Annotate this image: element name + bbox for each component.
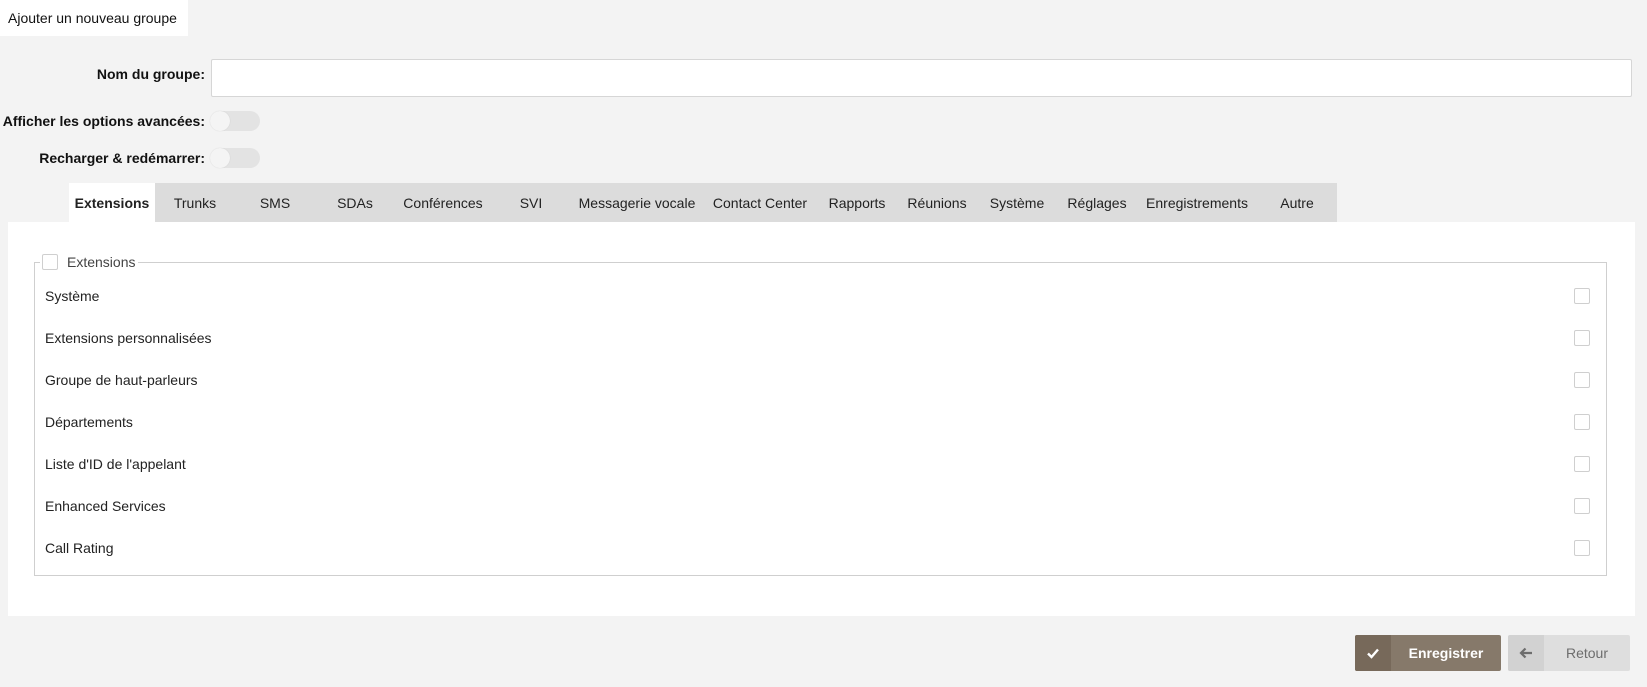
arrow-left-icon xyxy=(1508,635,1544,671)
tab-reports[interactable]: Rapports xyxy=(817,183,897,223)
toggle-knob xyxy=(210,148,230,168)
permission-label: Système xyxy=(45,288,100,304)
permission-checkbox[interactable] xyxy=(1574,414,1590,430)
back-button-label: Retour xyxy=(1565,645,1609,661)
back-button[interactable]: Retour xyxy=(1508,635,1630,671)
list-item: Départements xyxy=(45,412,1590,432)
tab-sdas[interactable]: SDAs xyxy=(315,183,395,223)
list-item: Call Rating xyxy=(45,538,1590,558)
permission-tabs: Extensions Trunks SMS SDAs Conférences S… xyxy=(69,183,1337,223)
tab-settings[interactable]: Réglages xyxy=(1057,183,1137,223)
tab-extensions[interactable]: Extensions xyxy=(69,183,155,223)
tab-svi[interactable]: SVI xyxy=(491,183,571,223)
reload-restart-toggle[interactable] xyxy=(210,148,260,168)
permission-label: Extensions personnalisées xyxy=(45,330,212,346)
check-icon xyxy=(1355,635,1391,671)
advanced-options-label: Afficher les options avancées: xyxy=(2,113,205,129)
tab-sms[interactable]: SMS xyxy=(235,183,315,223)
permission-label: Départements xyxy=(45,414,133,430)
tab-meetings[interactable]: Réunions xyxy=(897,183,977,223)
permission-label: Enhanced Services xyxy=(45,498,166,514)
advanced-options-row: Afficher les options avancées: xyxy=(0,111,260,131)
permission-checkbox[interactable] xyxy=(1574,498,1590,514)
permission-label: Liste d'ID de l'appelant xyxy=(45,456,186,472)
group-name-label: Nom du groupe: xyxy=(96,66,205,82)
tab-other[interactable]: Autre xyxy=(1257,183,1337,223)
tab-recordings[interactable]: Enregistrements xyxy=(1137,183,1257,223)
tab-trunks[interactable]: Trunks xyxy=(155,183,235,223)
fieldset-legend: Extensions xyxy=(40,253,139,271)
tab-voicemail[interactable]: Messagerie vocale xyxy=(571,183,703,223)
list-item: Liste d'ID de l'appelant xyxy=(45,454,1590,474)
list-item: Extensions personnalisées xyxy=(45,328,1590,348)
permission-label: Groupe de haut-parleurs xyxy=(45,372,198,388)
permission-checkbox[interactable] xyxy=(1574,456,1590,472)
select-all-checkbox[interactable] xyxy=(42,254,58,270)
page-tab-title[interactable]: Ajouter un nouveau groupe xyxy=(0,0,188,36)
save-button-label: Enregistrer xyxy=(1408,645,1484,661)
group-name-input[interactable] xyxy=(211,59,1632,97)
group-name-row: Nom du groupe: xyxy=(0,66,205,82)
permission-label: Call Rating xyxy=(45,540,114,556)
toggle-knob xyxy=(210,111,230,131)
permission-checkbox[interactable] xyxy=(1574,540,1590,556)
advanced-options-toggle[interactable] xyxy=(210,111,260,131)
tab-conferences[interactable]: Conférences xyxy=(395,183,491,223)
reload-restart-label: Recharger & redémarrer: xyxy=(39,150,205,166)
list-item: Système xyxy=(45,286,1590,306)
list-item: Groupe de haut-parleurs xyxy=(45,370,1590,390)
save-button[interactable]: Enregistrer xyxy=(1355,635,1501,671)
tab-contact-center[interactable]: Contact Center xyxy=(703,183,817,223)
tab-system[interactable]: Système xyxy=(977,183,1057,223)
permission-checkbox[interactable] xyxy=(1574,330,1590,346)
reload-restart-row: Recharger & redémarrer: xyxy=(0,148,260,168)
legend-label: Extensions xyxy=(67,254,136,270)
list-item: Enhanced Services xyxy=(45,496,1590,516)
permission-checkbox[interactable] xyxy=(1574,372,1590,388)
permission-checkbox[interactable] xyxy=(1574,288,1590,304)
